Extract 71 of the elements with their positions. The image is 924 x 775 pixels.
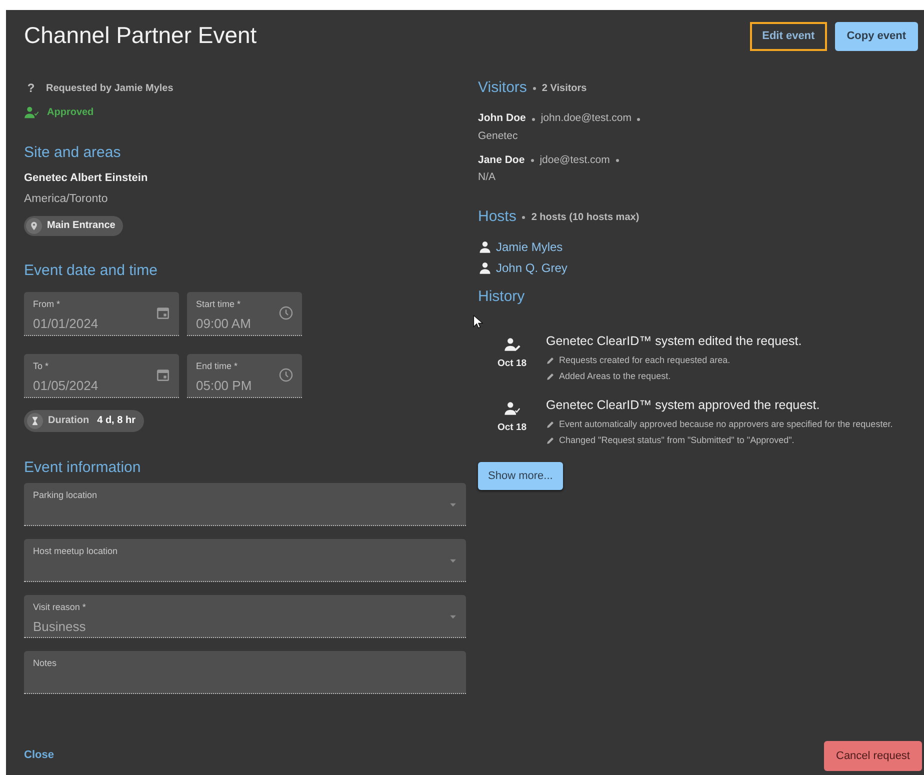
select-field[interactable]: Host meetup location xyxy=(24,538,466,582)
select-field[interactable]: Parking location xyxy=(24,482,466,526)
field-label: Start time * xyxy=(196,298,242,311)
host-link[interactable]: John Q. Grey xyxy=(496,259,568,278)
edit-button[interactable]: Edit event xyxy=(750,22,827,52)
field-value: Business xyxy=(33,618,87,636)
field-label: Parking location xyxy=(33,488,98,502)
section-heading: Event information xyxy=(24,458,142,477)
history-note: Event automatically approved because no approvers are specified for the requester. xyxy=(559,418,893,431)
history-note: Changed "Request status" from "Submitted" to "Approved". xyxy=(559,434,794,448)
visitor-name: John Doe xyxy=(478,111,526,126)
history-title: Genetec ClearID™ system approved the request. xyxy=(546,396,821,414)
history-title: Genetec ClearID™ system edited the request. xyxy=(546,333,802,350)
calendar-icon xyxy=(155,304,171,321)
history-date: Oct 18 xyxy=(497,420,527,435)
section-heading: Event date and time xyxy=(24,262,158,280)
history-note: Added Areas to the request. xyxy=(559,370,671,384)
time-field[interactable]: Start time * 09:00 AM xyxy=(187,292,302,336)
user-edit-icon xyxy=(504,336,520,354)
time-field[interactable]: End time * 05:00 PM xyxy=(187,354,302,398)
requested-by-text: Requested by Jamie Myles xyxy=(46,82,174,96)
date-field[interactable]: From * 01/01/2024 xyxy=(24,292,179,336)
field-value: 05:00 PM xyxy=(196,377,253,396)
approved-user-icon xyxy=(24,105,39,120)
history-date: Oct 18 xyxy=(497,357,527,372)
select-field[interactable]: Visit reason * Business xyxy=(24,594,466,638)
clock-icon xyxy=(278,304,294,321)
location-pin-icon xyxy=(29,220,39,231)
person-icon xyxy=(478,261,492,276)
host-link[interactable]: Jamie Myles xyxy=(496,238,563,256)
section-heading: Hosts xyxy=(478,208,516,226)
field-value: 09:00 AM xyxy=(196,315,252,334)
cancel-request-button[interactable]: Cancel request xyxy=(824,740,922,771)
visitor-company: Genetec xyxy=(478,128,519,144)
site-name: Genetec Albert Einstein xyxy=(24,171,149,186)
help-icon: ? xyxy=(24,79,38,98)
field-label: From * xyxy=(33,298,61,311)
field-label: Visit reason * xyxy=(33,600,87,614)
visitor-name: Jane Doe xyxy=(478,152,525,168)
timezone-text: America/Toronto xyxy=(24,192,109,207)
dialog-title: Channel Partner Event xyxy=(24,22,257,50)
count-text: 2 hosts (10 hosts max) xyxy=(531,210,640,225)
field-label: Notes xyxy=(33,656,58,670)
person-icon xyxy=(478,240,492,254)
status-text: Approved xyxy=(47,106,94,120)
duration-label: Duration xyxy=(48,414,90,428)
field-label: To * xyxy=(33,360,50,373)
calendar-icon xyxy=(155,366,171,383)
clock-icon xyxy=(278,366,294,383)
visitor-email: john.doe@test.com xyxy=(540,111,632,126)
mouse-cursor-icon xyxy=(472,313,486,331)
section-heading: Visitors xyxy=(478,79,527,98)
hourglass-icon xyxy=(30,416,40,426)
show-more-button[interactable]: Show more... xyxy=(478,462,563,490)
copy-button[interactable]: Copy event xyxy=(834,22,918,52)
visitor-company: N/A xyxy=(478,170,497,186)
field-label: Host meetup location xyxy=(33,544,119,558)
field-value: 01/05/2024 xyxy=(33,377,100,396)
count-text: 2 Visitors xyxy=(542,82,587,96)
close-link[interactable]: Close xyxy=(24,746,54,763)
field-label: End time * xyxy=(196,360,239,373)
user-check-icon xyxy=(504,400,520,417)
visitor-email: jdoe@test.com xyxy=(540,152,610,168)
text-field[interactable]: Notes xyxy=(24,650,466,694)
field-value: 01/01/2024 xyxy=(33,315,100,334)
section-heading: Site and areas xyxy=(24,144,122,162)
section-heading: History xyxy=(478,288,526,306)
duration-value: 4 d, 8 hr xyxy=(97,414,136,428)
history-note: Requests created for each requested area. xyxy=(559,354,730,367)
date-field[interactable]: To * 01/05/2024 xyxy=(24,354,179,398)
area-name: Main Entrance xyxy=(47,219,116,234)
